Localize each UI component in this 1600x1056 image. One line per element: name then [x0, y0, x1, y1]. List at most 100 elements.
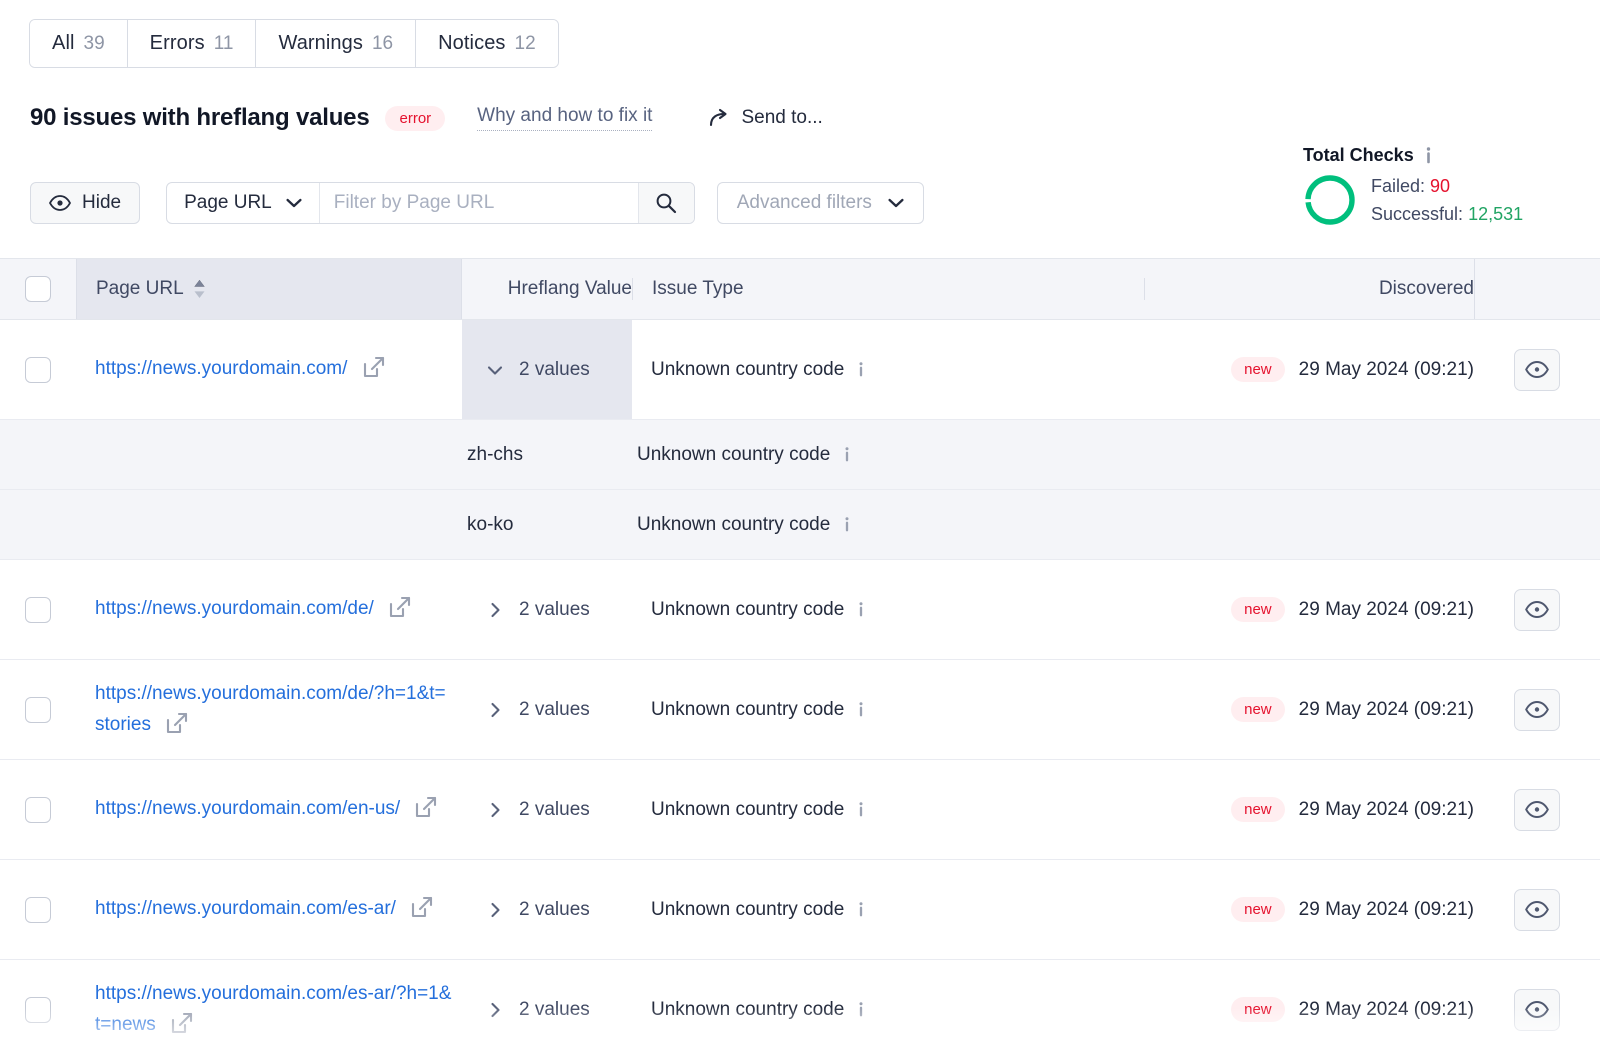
row-hreflang-value-cell[interactable]: 2 values: [462, 660, 632, 759]
page-url-link[interactable]: https://news.yourdomain.com/: [95, 354, 385, 385]
row-checkbox[interactable]: [25, 796, 51, 823]
search-input[interactable]: [319, 183, 638, 223]
table-row[interactable]: https://news.yourdomain.com/ 2 values Un…: [0, 320, 1600, 420]
row-discovered-cell: new 29 May 2024 (09:21): [1144, 760, 1474, 859]
chevron-right-icon[interactable]: [486, 801, 504, 819]
search-button[interactable]: [637, 183, 694, 223]
row-actions-cell: [1474, 320, 1600, 419]
table-row[interactable]: https://news.yourdomain.com/de/ 2 values…: [0, 560, 1600, 660]
page-url-link[interactable]: https://news.yourdomain.com/es-ar/: [95, 894, 433, 925]
external-link-icon[interactable]: [389, 596, 411, 618]
hide-button[interactable]: Hide: [30, 182, 141, 224]
new-badge: new: [1231, 697, 1285, 722]
toggle-visibility-button[interactable]: [1514, 688, 1560, 731]
issue-type-text: Unknown country code: [651, 598, 845, 620]
filter-field-label: Page URL: [184, 192, 272, 213]
row-checkbox[interactable]: [25, 996, 51, 1023]
toggle-visibility-button[interactable]: [1514, 348, 1560, 391]
tab-errors[interactable]: Errors 11: [127, 20, 257, 67]
page-url-link[interactable]: https://news.yourdomain.com/es-ar/?h=1&t…: [95, 979, 452, 1041]
chevron-right-icon[interactable]: [486, 601, 504, 619]
tab-notices-label: Notices: [438, 32, 506, 54]
column-header-hreflang-value[interactable]: Hreflang Value: [462, 278, 632, 300]
chevron-right-icon[interactable]: [486, 901, 504, 919]
page-url-link[interactable]: https://news.yourdomain.com/en-us/: [95, 794, 437, 825]
row-checkbox[interactable]: [25, 356, 51, 383]
issue-type-text: Unknown country code: [651, 798, 845, 820]
select-all-checkbox[interactable]: [25, 276, 51, 302]
table-row[interactable]: https://news.yourdomain.com/es-ar/ 2 val…: [0, 860, 1600, 960]
chevron-right-icon[interactable]: [486, 1001, 504, 1019]
row-hreflang-value-cell[interactable]: 2 values: [462, 560, 632, 659]
hreflang-values-count: 2 values: [519, 798, 590, 820]
info-icon[interactable]: [843, 445, 851, 464]
info-icon[interactable]: [843, 515, 851, 534]
info-icon[interactable]: [1424, 146, 1433, 165]
row-select-cell: [0, 560, 76, 659]
filter-toolbar: Hide Page URL Advanced filters: [30, 182, 924, 224]
external-link-icon[interactable]: [363, 356, 385, 378]
info-icon[interactable]: [857, 700, 865, 719]
row-select-cell: [0, 860, 76, 959]
row-hreflang-value-cell[interactable]: 2 values: [462, 860, 632, 959]
new-badge: new: [1231, 897, 1285, 922]
subrow-issue-type-cell: Unknown country code: [632, 420, 1144, 489]
row-checkbox[interactable]: [25, 596, 51, 623]
column-header-page-url[interactable]: Page URL: [76, 259, 462, 319]
filter-field-select[interactable]: Page URL: [167, 183, 320, 223]
issue-type-text: Unknown country code: [651, 698, 845, 720]
row-page-url-cell: https://news.yourdomain.com/es-ar/: [76, 860, 462, 959]
tab-all[interactable]: All 39: [30, 20, 128, 67]
row-hreflang-value-cell[interactable]: 2 values: [462, 760, 632, 859]
page-title: 90 issues with hreflang values: [30, 104, 370, 131]
send-to-button[interactable]: Send to...: [708, 107, 823, 129]
advanced-filters-button[interactable]: Advanced filters: [716, 182, 924, 224]
external-link-icon[interactable]: [171, 1012, 193, 1034]
issue-type-text: Unknown country code: [637, 443, 831, 465]
info-icon[interactable]: [857, 800, 865, 819]
column-header-discovered[interactable]: Discovered: [1144, 278, 1474, 300]
info-icon[interactable]: [857, 360, 865, 379]
table-row[interactable]: https://news.yourdomain.com/es-ar/?h=1&t…: [0, 960, 1600, 1056]
chevron-down-icon[interactable]: [486, 361, 504, 379]
total-checks-donut-chart: [1305, 175, 1355, 226]
eye-icon: [1525, 1001, 1549, 1018]
why-and-how-to-fix-link[interactable]: Why and how to fix it: [477, 105, 653, 131]
table-row[interactable]: https://news.yourdomain.com/en-us/ 2 val…: [0, 760, 1600, 860]
row-select-cell: [0, 760, 76, 859]
info-icon[interactable]: [857, 600, 865, 619]
toggle-visibility-button[interactable]: [1514, 588, 1560, 631]
subrow-actions-spacer: [1474, 420, 1600, 489]
external-link-icon[interactable]: [166, 712, 188, 734]
external-link-icon[interactable]: [415, 796, 437, 818]
page-url-link[interactable]: https://news.yourdomain.com/de/?h=1&t=st…: [95, 679, 452, 741]
new-badge: new: [1231, 597, 1285, 622]
tab-notices[interactable]: Notices 12: [416, 20, 558, 67]
info-icon[interactable]: [857, 900, 865, 919]
tab-warnings[interactable]: Warnings 16: [256, 20, 417, 67]
toggle-visibility-button[interactable]: [1514, 988, 1560, 1031]
column-header-issue-type-label: Issue Type: [652, 278, 744, 299]
row-hreflang-value-cell[interactable]: 2 values: [462, 960, 632, 1056]
row-hreflang-value-cell[interactable]: 2 values: [462, 320, 632, 419]
row-discovered-cell: new 29 May 2024 (09:21): [1144, 860, 1474, 959]
total-checks-values: Failed: 90 Successful: 12,531: [1371, 172, 1523, 229]
eye-icon: [1525, 801, 1549, 818]
row-checkbox[interactable]: [25, 896, 51, 923]
external-link-icon[interactable]: [411, 896, 433, 918]
hreflang-values-count: 2 values: [519, 698, 590, 720]
row-page-url-cell: https://news.yourdomain.com/de/: [76, 560, 462, 659]
info-icon[interactable]: [857, 1000, 865, 1019]
tab-warnings-count: 16: [371, 32, 394, 54]
chevron-right-icon[interactable]: [486, 701, 504, 719]
table-row[interactable]: https://news.yourdomain.com/de/?h=1&t=st…: [0, 660, 1600, 760]
table-subrow: ko-ko Unknown country code: [0, 490, 1600, 560]
row-checkbox[interactable]: [25, 696, 51, 723]
new-badge: new: [1231, 997, 1285, 1022]
row-select-cell: [0, 960, 76, 1056]
column-header-issue-type[interactable]: Issue Type: [632, 278, 1144, 300]
page-url-link[interactable]: https://news.yourdomain.com/de/: [95, 594, 411, 625]
toggle-visibility-button[interactable]: [1514, 788, 1560, 831]
toggle-visibility-button[interactable]: [1514, 888, 1560, 931]
row-actions-cell: [1474, 960, 1600, 1056]
